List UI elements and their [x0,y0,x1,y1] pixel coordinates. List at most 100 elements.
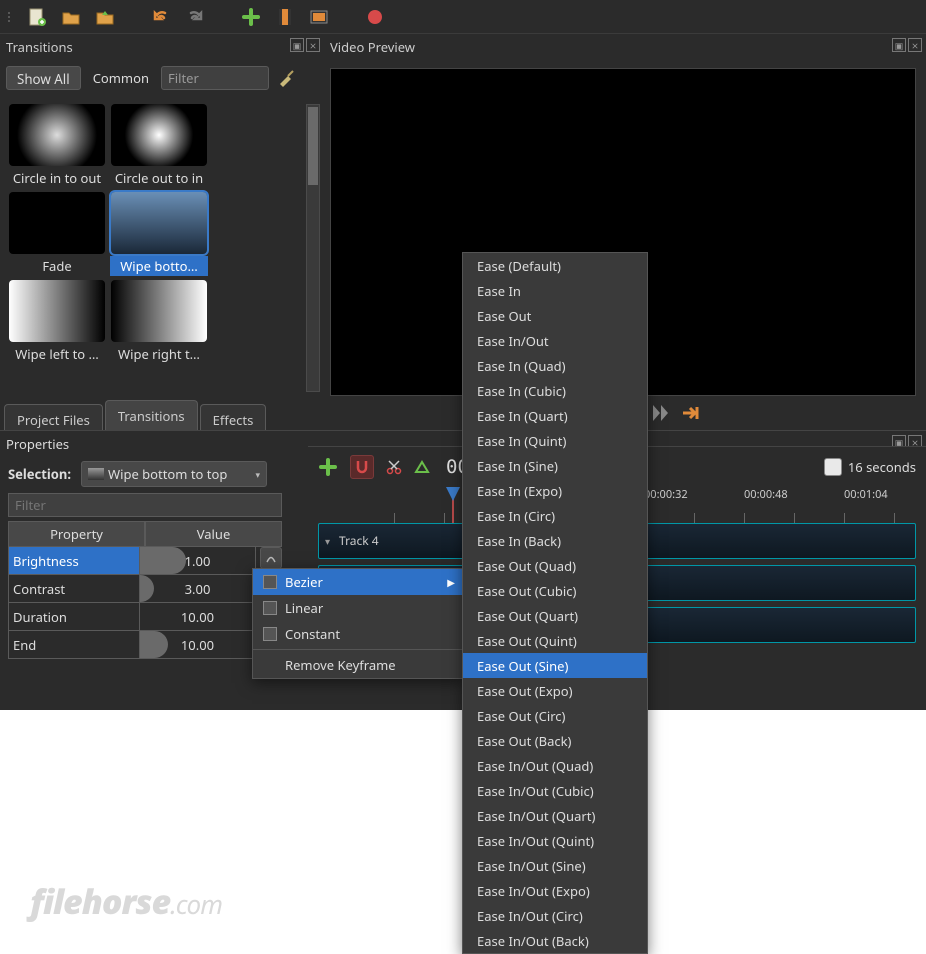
jump-end-button[interactable] [682,405,702,421]
prop-header-value[interactable]: Value [145,521,282,547]
screen-button[interactable] [308,6,330,28]
property-name: Contrast [8,575,140,603]
strip-button[interactable] [274,6,296,28]
menu-item[interactable]: Ease In/Out (Quint) [463,828,647,853]
fast-forward-button[interactable] [652,405,672,421]
menu-item[interactable]: Ease In (Back) [463,528,647,553]
menu-item[interactable]: Ease In (Expo) [463,478,647,503]
menu-item-label: Linear [285,599,323,617]
menu-item[interactable]: Ease In/Out (Circ) [463,903,647,928]
add-track-button[interactable] [318,457,338,477]
undo-button[interactable] [150,6,172,28]
save-file-button[interactable] [94,6,116,28]
menu-item[interactable]: Ease In (Cubic) [463,378,647,403]
property-row[interactable]: Duration 10.00 [8,603,282,631]
transitions-filter-input[interactable] [161,66,269,90]
redo-button[interactable] [184,6,206,28]
tab-transitions[interactable]: Transitions [105,400,198,430]
submenu-arrow-icon: ▶ [447,575,455,589]
playhead[interactable] [452,487,454,523]
clear-filter-button[interactable] [275,66,299,90]
menu-item[interactable]: Constant [253,621,463,647]
transition-thumb [111,280,207,342]
menu-item[interactable]: Ease Out (Quint) [463,628,647,653]
menu-item[interactable]: Ease In (Sine) [463,453,647,478]
menu-item[interactable]: Ease In (Quad) [463,353,647,378]
transition-item[interactable]: Wipe left to … [8,280,106,364]
zoom-seconds-label: 16 seconds [848,458,916,476]
panel-close-icon[interactable]: ⨯ [908,38,922,52]
main-toolbar [0,0,926,34]
menu-item[interactable]: Ease Out (Back) [463,728,647,753]
menu-item[interactable]: Ease In/Out [463,328,647,353]
menu-item[interactable]: Ease In/Out (Quart) [463,803,647,828]
selection-dropdown[interactable]: Wipe bottom to top ▾ [81,461,267,487]
common-button[interactable]: Common [87,66,155,90]
selection-value: Wipe bottom to top [108,465,227,483]
properties-title-text: Properties [6,435,69,453]
menu-item[interactable]: Ease Out (Expo) [463,678,647,703]
property-row[interactable]: Brightness 1.00 [8,547,282,575]
menu-item[interactable]: Ease Out (Quart) [463,603,647,628]
property-name: Duration [8,603,140,631]
transitions-scrollbar[interactable] [306,104,320,392]
menu-item[interactable]: Ease In/Out (Sine) [463,853,647,878]
tab-project-files[interactable]: Project Files [4,404,103,430]
menu-item[interactable]: Ease (Default) [463,253,647,278]
property-row[interactable]: End 10.00 [8,631,282,659]
menu-item[interactable]: Ease In/Out (Back) [463,928,647,953]
transition-item[interactable]: Circle out to in [110,104,208,188]
new-file-button[interactable] [26,6,48,28]
track-collapse-icon[interactable]: ▾ [325,534,330,548]
menu-item[interactable]: Ease In (Circ) [463,503,647,528]
menu-item[interactable]: Ease In/Out (Quad) [463,753,647,778]
menu-item[interactable]: Remove Keyframe [253,652,463,678]
prop-header-property[interactable]: Property [8,521,145,547]
transition-item[interactable]: Circle in to out [8,104,106,188]
menu-item[interactable]: Linear [253,595,463,621]
menu-item[interactable]: Ease Out (Circ) [463,703,647,728]
menu-item[interactable]: Ease Out (Sine) [463,653,647,678]
property-value: 10.00 [181,608,214,626]
panel-detach-icon[interactable]: ▣ [892,38,906,52]
transitions-panel: Transitions ▣⨯ Show All Common Circle in… [0,34,324,400]
record-button[interactable] [364,6,386,28]
transition-item[interactable]: Wipe right t… [110,280,208,364]
property-value-cell[interactable]: 3.00 [140,575,256,603]
property-value-cell[interactable]: 10.00 [140,631,256,659]
transition-item[interactable]: Wipe botto… [110,192,208,276]
menu-item[interactable]: Ease In/Out (Expo) [463,878,647,903]
tab-effects[interactable]: Effects [200,404,267,430]
open-file-button[interactable] [60,6,82,28]
menu-item[interactable]: Ease In [463,278,647,303]
transition-thumb [9,104,105,166]
easing-submenu: Ease (Default)Ease InEase OutEase In/Out… [462,252,648,954]
menu-item[interactable]: Ease In (Quart) [463,403,647,428]
menu-item[interactable]: Ease In (Quint) [463,428,647,453]
ruler-tick: 00:00:32 [644,487,688,502]
menu-item[interactable]: Ease Out (Cubic) [463,578,647,603]
add-button[interactable] [240,6,262,28]
transition-item[interactable]: Fade [8,192,106,276]
property-value-cell[interactable]: 10.00 [140,603,256,631]
panel-close-icon[interactable]: ⨯ [306,38,320,52]
transition-thumb [111,192,207,254]
menu-item[interactable]: Ease Out [463,303,647,328]
cut-button[interactable] [386,459,402,475]
show-all-button[interactable]: Show All [6,66,81,90]
property-name: End [8,631,140,659]
property-row[interactable]: Contrast 3.00 [8,575,282,603]
snap-button[interactable] [350,455,374,479]
keyframe-context-menu: Bezier▶ Linear Constant Remove Keyframe [252,568,464,679]
keyframe-button[interactable] [260,547,282,569]
property-value-cell[interactable]: 1.00 [140,547,256,575]
properties-filter-input[interactable] [8,493,282,517]
menu-item[interactable]: Ease In/Out (Cubic) [463,778,647,803]
menu-item[interactable]: Bezier▶ [253,569,463,595]
transitions-title-text: Transitions [6,38,73,56]
panel-detach-icon[interactable]: ▣ [290,38,304,52]
marker-button[interactable] [414,459,430,475]
zoom-slider-handle[interactable] [824,458,842,476]
menu-item[interactable]: Ease Out (Quad) [463,553,647,578]
property-value: 10.00 [181,636,214,654]
